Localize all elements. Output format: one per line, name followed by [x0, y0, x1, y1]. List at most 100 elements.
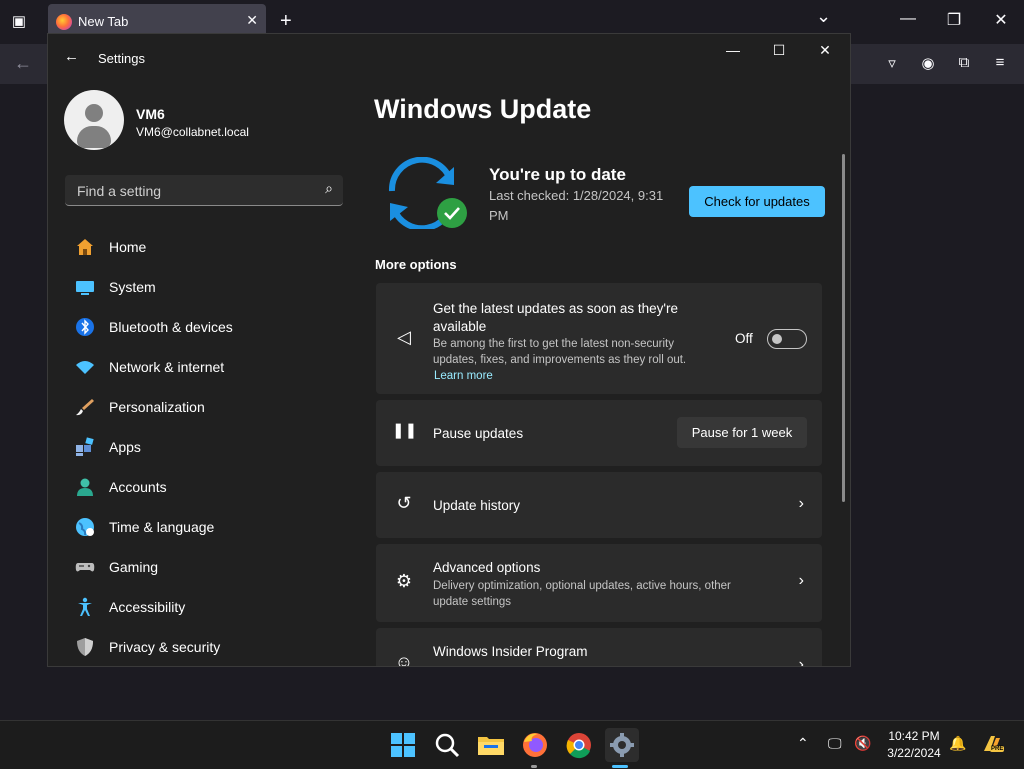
settings-window: ← Settings — ☐ ✕ VM6 VM6@collabnet.local…: [47, 33, 851, 667]
avatar-body-shape: [77, 126, 111, 148]
sidebar-item-personalization[interactable]: Personalization: [65, 387, 343, 427]
file-explorer-icon[interactable]: [476, 730, 506, 760]
start-icon[interactable]: [388, 730, 418, 760]
latest-updates-title: Get the latest updates as soon as they'r…: [433, 301, 678, 334]
toggle-knob: [772, 334, 782, 344]
sidebar-item-label: Time & language: [109, 519, 215, 535]
sidebar-item-apps[interactable]: Apps: [65, 427, 343, 467]
advanced-options-card[interactable]: ⚙ Advanced options Delivery optimization…: [376, 544, 822, 622]
accounts-icon: [77, 478, 93, 496]
check-for-updates-button[interactable]: Check for updates: [689, 186, 825, 217]
menu-icon[interactable]: ≡: [989, 54, 1011, 71]
latest-updates-card[interactable]: ◁ Get the latest updates as soon as they…: [376, 283, 822, 394]
sidebar-item-gaming[interactable]: Gaming: [65, 547, 343, 587]
firefox-close-button[interactable]: ✕: [986, 10, 1016, 30]
settings-maximize-button[interactable]: ☐: [767, 42, 791, 59]
tab-close-icon[interactable]: ✕: [246, 12, 258, 29]
settings-minimize-button[interactable]: —: [721, 42, 745, 58]
toggle-state-label: Off: [735, 331, 753, 346]
apps-icon: [76, 437, 94, 456]
settings-taskbar-button[interactable]: [605, 728, 639, 762]
user-email: VM6@collabnet.local: [136, 125, 249, 139]
bluetooth-icon: [76, 318, 94, 336]
update-status-title: You're up to date: [489, 165, 626, 184]
settings-title-bar: ← Settings — ☐ ✕: [48, 34, 850, 80]
show-hidden-icons-icon[interactable]: ⌃: [797, 735, 809, 752]
pause-icon: ❚❚: [392, 422, 418, 439]
sidebar-item-time-language[interactable]: Time & language: [65, 507, 343, 547]
firefox-restore-button[interactable]: ❐: [939, 10, 969, 30]
search-icon[interactable]: ⌕: [325, 180, 333, 197]
find-setting-box[interactable]: ⌕: [65, 175, 343, 206]
settings-close-button[interactable]: ✕: [813, 42, 837, 59]
volume-muted-icon[interactable]: 🔇: [854, 735, 871, 752]
sidebar-item-bluetooth[interactable]: Bluetooth & devices: [65, 307, 343, 347]
clock-date[interactable]: 3/22/2024: [884, 746, 944, 760]
account-icon[interactable]: ◉: [917, 54, 939, 72]
sidebar-item-label: Personalization: [109, 399, 205, 415]
firefox-minimize-button[interactable]: —: [893, 10, 923, 28]
firefox-back-icon[interactable]: ←: [14, 53, 32, 74]
shield-icon: [77, 638, 93, 656]
advanced-options-title: Advanced options: [433, 560, 541, 575]
sidebar-item-label: Accessibility: [109, 599, 186, 615]
sidebar-item-accessibility[interactable]: Accessibility: [65, 587, 343, 627]
settings-back-icon[interactable]: ←: [64, 48, 79, 65]
list-all-tabs-icon[interactable]: ⌄: [816, 6, 831, 27]
sidebar-item-label: Bluetooth & devices: [109, 319, 233, 335]
pause-updates-title: Pause updates: [433, 426, 524, 441]
firefox-view-icon[interactable]: ▣: [8, 11, 30, 33]
search-input[interactable]: [75, 180, 309, 202]
extensions-icon[interactable]: ⧉: [953, 54, 975, 71]
insider-icon: ☺: [394, 652, 414, 667]
firefox-icon[interactable]: [520, 730, 550, 760]
system-icon: [76, 281, 94, 295]
avatar[interactable]: [64, 90, 124, 150]
sidebar-item-label: Network & internet: [109, 359, 225, 375]
new-tab-button[interactable]: +: [280, 10, 292, 32]
main-scrollbar[interactable]: [842, 154, 845, 502]
user-name: VM6: [136, 106, 165, 122]
update-history-card[interactable]: ↺ Update history ›: [376, 472, 822, 538]
settings-window-title: Settings: [98, 51, 145, 66]
windows-insider-card[interactable]: ☺ Windows Insider Program ›: [376, 628, 822, 667]
settings-icon: [610, 733, 634, 757]
advanced-options-desc: Delivery optimization, optional updates,…: [433, 580, 731, 608]
chevron-right-icon: ›: [798, 656, 804, 667]
gears-icon: ⚙: [395, 571, 413, 591]
latest-updates-desc: Be among the first to get the latest non…: [433, 338, 687, 366]
last-checked-text: Last checked: 1/28/2024, 9:31 PM: [489, 188, 664, 223]
sidebar-item-system[interactable]: System: [65, 267, 343, 307]
sidebar-item-label: Accounts: [109, 479, 167, 495]
megaphone-icon: ◁: [397, 327, 411, 347]
search-icon[interactable]: [432, 730, 462, 760]
learn-more-link[interactable]: Learn more: [434, 370, 493, 382]
pre-badge: PRE: [990, 746, 1005, 752]
chevron-right-icon: ›: [798, 495, 804, 512]
sidebar-item-label: Apps: [109, 439, 141, 455]
copilot-pre-icon[interactable]: PRE: [982, 733, 1005, 755]
history-icon: ↺: [396, 493, 412, 513]
brush-icon: [76, 399, 94, 416]
clock-time[interactable]: 10:42 PM: [884, 729, 944, 743]
sidebar-item-label: Home: [109, 239, 147, 255]
sidebar-item-label: Privacy & security: [109, 639, 221, 655]
network-icon[interactable]: 🖵: [828, 735, 842, 752]
sidebar-item-accounts[interactable]: Accounts: [65, 467, 343, 507]
sidebar-item-privacy-security[interactable]: Privacy & security: [65, 627, 343, 666]
gamepad-icon: [75, 563, 95, 572]
avatar-head-shape: [85, 104, 103, 122]
sidebar-item-home[interactable]: Home: [65, 227, 343, 267]
notification-bell-icon[interactable]: 🔔: [949, 735, 966, 752]
firefox-favicon-icon: [56, 14, 72, 30]
update-sync-icon: [388, 157, 467, 229]
pocket-icon[interactable]: ▿: [881, 54, 903, 72]
pause-for-1-week-button[interactable]: Pause for 1 week: [677, 417, 807, 448]
chrome-icon[interactable]: [564, 730, 594, 760]
latest-updates-toggle[interactable]: [767, 329, 807, 349]
sidebar-nav: Home System Bluetooth & devices Network …: [65, 227, 343, 666]
sidebar-item-label: Gaming: [109, 559, 159, 575]
taskbar: ⌃ 🖵 🔇 10:42 PM 3/22/2024 🔔 PRE: [0, 720, 1024, 769]
sidebar-item-network[interactable]: Network & internet: [65, 347, 343, 387]
home-icon: [77, 239, 93, 255]
